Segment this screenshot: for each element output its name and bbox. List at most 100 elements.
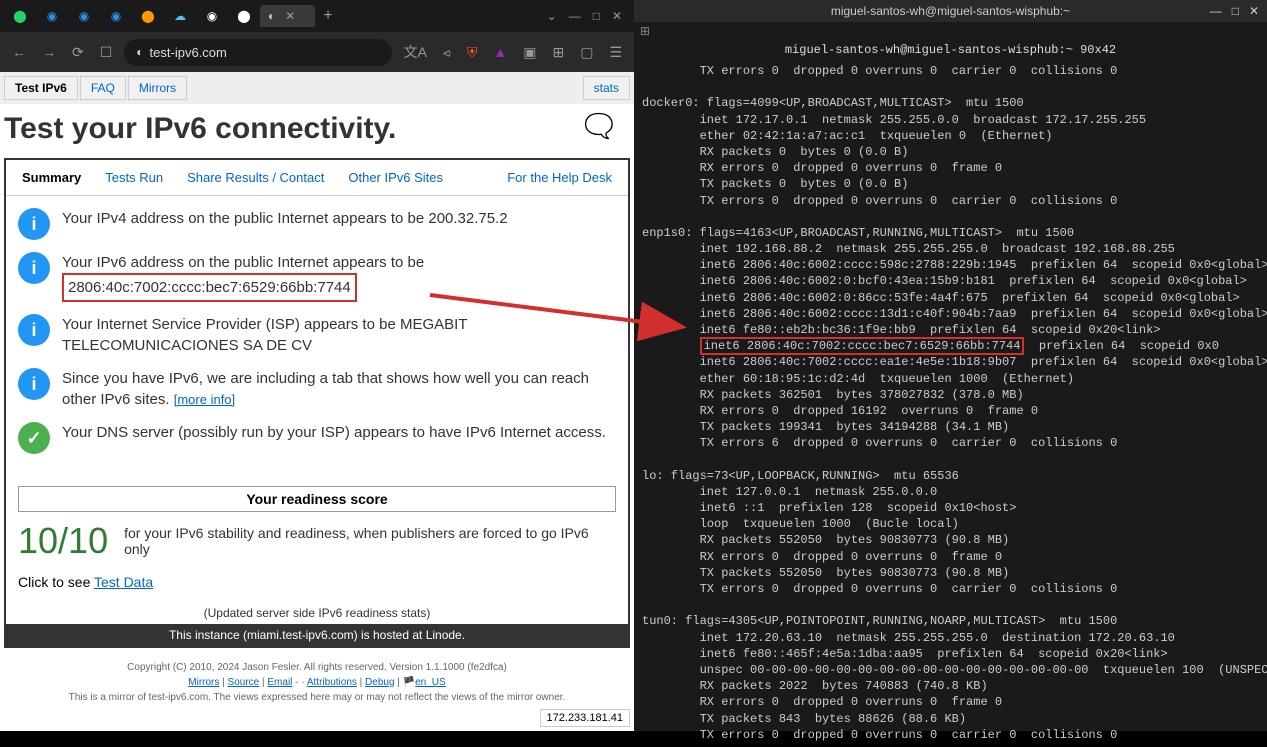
info-list: i Your IPv4 address on the public Intern… (6, 196, 628, 478)
content-box: Summary Tests Run Share Results / Contac… (4, 158, 630, 648)
score-row: 10/10 for your IPv6 stability and readin… (6, 520, 628, 562)
terminal-window: miguel-santos-wh@miguel-santos-wisphub:~… (634, 0, 1267, 731)
subtab-share[interactable]: Share Results / Contact (177, 166, 334, 189)
terminal-content[interactable]: TX errors 0 dropped 0 overruns 0 carrier… (634, 59, 1267, 747)
terminal-controls: — □ ✕ (1210, 4, 1259, 18)
back-button[interactable]: ← (8, 40, 30, 64)
share-icon[interactable]: ⪦ (439, 40, 455, 65)
wallet-icon[interactable]: ▣ (519, 40, 540, 65)
ipv6-address-highlight: 2806:40c:7002:cccc:bec7:6529:66bb:7744 (62, 273, 357, 302)
flag-icon: 🏴 (403, 677, 415, 688)
link-debug[interactable]: Debug (365, 677, 394, 688)
minimize-icon[interactable]: — (1210, 4, 1222, 18)
window-controls: ⌄ — □ ✕ (547, 9, 630, 23)
url-text: test-ipv6.com (150, 45, 227, 60)
instance-note: This instance (miami.test-ipv6.com) is h… (6, 624, 628, 646)
link-mirrors[interactable]: Mirrors (188, 677, 219, 688)
nav-bar: ← → ⟳ ☐ ◐ test-ipv6.com 文A ⪦ ⛨ ▲ ▣ ⊞ ▢ ☰ (0, 32, 634, 72)
page-title: Test your IPv6 connectivity. (0, 104, 634, 154)
page-content: Test IPv6 FAQ Mirrors stats 🗨️ Test your… (0, 72, 634, 731)
ipv6-label: Your IPv6 address on the public Internet… (62, 254, 424, 271)
reload-button[interactable]: ⟳ (68, 40, 88, 65)
cloud-icon[interactable]: ☁ (172, 8, 188, 24)
score-text: for your IPv6 stability and readiness, w… (124, 525, 616, 557)
download-icon[interactable]: ⊞ (548, 40, 568, 65)
close-icon[interactable]: ✕ (285, 9, 295, 23)
grid-icon[interactable]: ⊞ (640, 25, 650, 39)
subtab-other-sites[interactable]: Other IPv6 Sites (338, 166, 453, 189)
subtab-summary[interactable]: Summary (12, 166, 91, 189)
tab-stats[interactable]: stats (583, 76, 630, 100)
check-icon (18, 422, 50, 454)
click-label: Click to see (18, 574, 94, 590)
triangle-icon[interactable]: ▲ (489, 40, 511, 64)
panda-icon[interactable]: ◉ (204, 8, 220, 24)
info-icon: i (18, 252, 50, 284)
link-source[interactable]: Source (228, 677, 260, 688)
language-icon[interactable]: 🗨️ (584, 112, 614, 141)
readiness-label: Your readiness score (18, 486, 616, 512)
translate-icon[interactable]: 文A (400, 38, 431, 66)
ipv6-text: Your IPv6 address on the public Internet… (62, 252, 424, 302)
dns-text: Your DNS server (possibly run by your IS… (62, 422, 606, 443)
info-icon: i (18, 208, 50, 240)
footer-links: Mirrors | Source | Email - · Attribution… (8, 675, 626, 690)
terminal-title: miguel-santos-wh@miguel-santos-wisphub:~… (634, 0, 1267, 22)
copyright: Copyright (C) 2010, 2024 Jason Fesler. A… (8, 660, 626, 675)
whatsapp-icon[interactable]: ⬤ (12, 8, 28, 24)
info-item-isp: i Your Internet Service Provider (ISP) a… (18, 314, 616, 356)
active-tab[interactable]: ◐ ✕ (260, 5, 315, 27)
menu-icon[interactable]: ☰ (605, 40, 626, 65)
terminal-title-text: miguel-santos-wh@miguel-santos-wisphub:~ (831, 4, 1070, 18)
test-data-link[interactable]: Test Data (94, 574, 153, 590)
info-icon: i (18, 368, 50, 400)
ip-badge: 172.233.181.41 (540, 709, 630, 727)
minimize-icon[interactable]: — (569, 9, 581, 23)
subtab-tests-run[interactable]: Tests Run (95, 166, 173, 189)
tab-test-ipv6[interactable]: Test IPv6 (4, 76, 78, 100)
github-icon[interactable]: ⬤ (236, 8, 252, 24)
info-item-ipv6-tab: i Since you have IPv6, we are including … (18, 368, 616, 410)
orange-icon[interactable]: ⬤ (140, 8, 156, 24)
bookmark-icon[interactable]: ☐ (96, 40, 117, 65)
info-icon: i (18, 314, 50, 346)
tab-faq[interactable]: FAQ (80, 76, 126, 100)
page-tabs: Test IPv6 FAQ Mirrors stats (0, 72, 634, 104)
info-item-ipv6: i Your IPv6 address on the public Intern… (18, 252, 616, 302)
ipv6-tab-text: Since you have IPv6, we are including a … (62, 368, 616, 410)
updated-note: (Updated server side IPv6 readiness stat… (6, 602, 628, 624)
close-icon[interactable]: ✕ (1249, 4, 1259, 18)
close-window-icon[interactable]: ✕ (612, 9, 622, 23)
wifi-icon-2[interactable]: ◉ (76, 8, 92, 24)
site-icon: ◐ (136, 45, 143, 59)
link-attributions[interactable]: Attributions (307, 677, 357, 688)
more-info-link[interactable]: [more info] (174, 392, 235, 407)
info-item-dns: Your DNS server (possibly run by your IS… (18, 422, 616, 454)
wifi-icon[interactable]: ◉ (44, 8, 60, 24)
subtab-help-desk[interactable]: For the Help Desk (497, 166, 622, 189)
ipv6-tab-label: Since you have IPv6, we are including a … (62, 370, 589, 408)
wifi-icon-3[interactable]: ◉ (108, 8, 124, 24)
tab-mirrors[interactable]: Mirrors (128, 76, 187, 100)
summary-tabs: Summary Tests Run Share Results / Contac… (6, 160, 628, 196)
url-bar[interactable]: ◐ test-ipv6.com (124, 39, 391, 66)
shield-icon[interactable]: ⛨ (463, 40, 482, 65)
footer: Copyright (C) 2010, 2024 Jason Fesler. A… (0, 652, 634, 713)
maximize-icon[interactable]: □ (1232, 4, 1239, 18)
terminal-path: miguel-santos-wh@miguel-santos-wisphub:~… (634, 41, 1267, 59)
mirror-note: This is a mirror of test-ipv6.com. The v… (8, 690, 626, 705)
link-email[interactable]: Email (267, 677, 292, 688)
window-icon[interactable]: ▢ (576, 40, 597, 65)
score-value: 10/10 (18, 520, 108, 562)
isp-text: Your Internet Service Provider (ISP) app… (62, 314, 616, 356)
forward-button[interactable]: → (38, 40, 60, 64)
tab-bar: ⬤ ◉ ◉ ◉ ⬤ ☁ ◉ ⬤ ◐ ✕ + ⌄ — □ ✕ (0, 0, 634, 32)
test-data-row: Click to see Test Data (6, 562, 628, 602)
link-locale[interactable]: en_US (415, 677, 446, 688)
info-item-ipv4: i Your IPv4 address on the public Intern… (18, 208, 616, 240)
maximize-icon[interactable]: □ (593, 9, 600, 23)
add-tab-button[interactable]: + (323, 7, 332, 25)
dropdown-icon[interactable]: ⌄ (547, 9, 557, 23)
ipv4-text: Your IPv4 address on the public Internet… (62, 208, 508, 229)
tab-favicon: ◐ (268, 9, 275, 23)
